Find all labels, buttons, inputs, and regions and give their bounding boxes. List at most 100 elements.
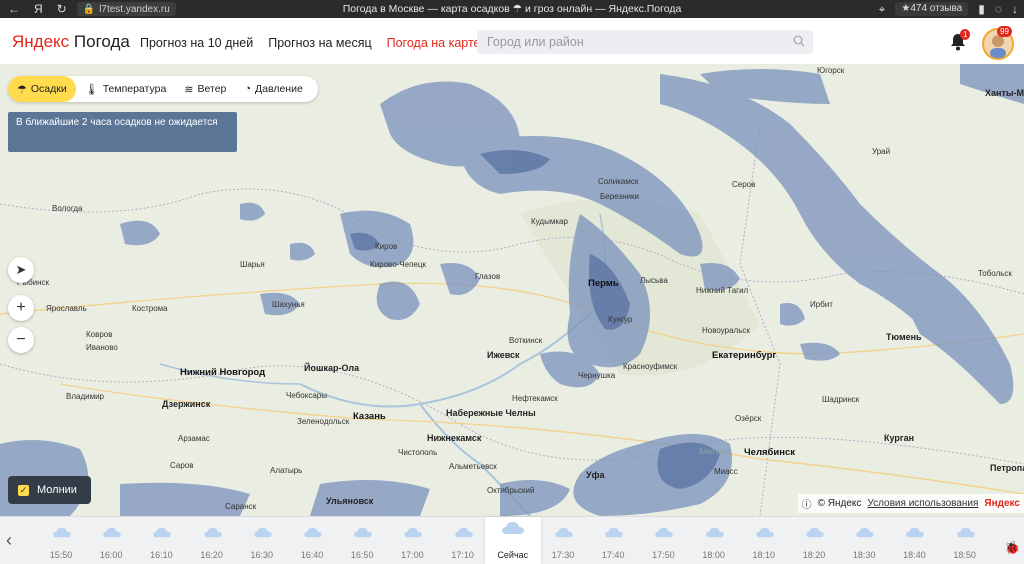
timeline-slot[interactable]: 16:40 bbox=[287, 517, 337, 564]
timeline-slot[interactable]: 18:00 bbox=[689, 517, 739, 564]
location-icon[interactable]: ⌖ bbox=[879, 0, 886, 18]
info-icon[interactable]: ⓘ bbox=[802, 496, 812, 511]
search-icon[interactable] bbox=[793, 35, 805, 50]
timeline-time: Сейчас bbox=[497, 550, 529, 560]
layer-precipitation[interactable]: ☂ Осадки bbox=[8, 76, 76, 102]
cloud-icon bbox=[353, 527, 373, 538]
nav-forecast-month[interactable]: Прогноз на месяц bbox=[268, 36, 371, 50]
city-label: Чернушка bbox=[578, 371, 616, 380]
city-label: Пермь bbox=[588, 278, 619, 289]
timeline-slot[interactable]: 18:30 bbox=[839, 517, 889, 564]
yandex-weather-logo[interactable]: Яндекс Погода bbox=[12, 32, 130, 52]
address-bar[interactable]: 🔒 l7test.yandex.ru bbox=[76, 2, 176, 16]
timeline-slot[interactable]: 16:10 bbox=[136, 517, 186, 564]
user-avatar[interactable]: 99 bbox=[982, 26, 1014, 60]
city-label: Кудымкар bbox=[531, 217, 568, 226]
bookmark-icon[interactable]: ▮ bbox=[978, 0, 985, 18]
timeline-time: 16:10 bbox=[150, 550, 173, 560]
cloud-icon bbox=[554, 527, 574, 538]
layer-wind[interactable]: ≋ Ветер bbox=[175, 76, 235, 102]
reload-icon[interactable]: ↻ bbox=[57, 0, 67, 18]
download-icon[interactable]: ↓ bbox=[1012, 0, 1018, 18]
feedback-bug-icon[interactable]: 🐞 bbox=[1004, 540, 1020, 556]
city-label: Нижний Новгород bbox=[180, 367, 266, 378]
search-input[interactable] bbox=[477, 30, 797, 54]
timeline-time: 17:40 bbox=[601, 550, 625, 560]
zoom-out-button[interactable]: − bbox=[8, 327, 34, 353]
timeline-slot[interactable]: 18:20 bbox=[789, 517, 839, 564]
zoom-in-button[interactable]: + bbox=[8, 295, 34, 321]
city-label: Ярославль bbox=[46, 304, 87, 313]
city-label: Дзержинск bbox=[162, 399, 211, 409]
timeline-slot[interactable]: 16:20 bbox=[187, 517, 237, 564]
lightning-toggle[interactable]: ✓ Молнии bbox=[8, 476, 91, 504]
timeline-slot[interactable]: 18:10 bbox=[739, 517, 789, 564]
timeline-time: 17:30 bbox=[551, 550, 575, 560]
precipitation-notice: В ближайшие 2 часа осадков не ожидается bbox=[8, 112, 237, 152]
cloud-icon bbox=[705, 527, 725, 538]
city-label: Нефтекамск bbox=[512, 394, 558, 403]
checkbox-checked-icon[interactable]: ✓ bbox=[18, 484, 29, 496]
cloud-icon bbox=[654, 527, 674, 538]
city-label: Озёрск bbox=[735, 414, 762, 423]
timeline-time: 18:00 bbox=[702, 550, 725, 560]
timeline-time: 18:40 bbox=[903, 550, 926, 560]
timeline-time: 16:20 bbox=[200, 550, 223, 560]
notifications-button[interactable]: 1 bbox=[950, 29, 971, 54]
yandex-browser-icon[interactable]: Я bbox=[34, 0, 43, 18]
timeline-slot[interactable]: 16:00 bbox=[86, 517, 136, 564]
city-label: Ульяновск bbox=[326, 496, 374, 506]
timeline-slot[interactable]: 18:40 bbox=[889, 517, 939, 564]
nav-weather-map[interactable]: Погода на карте bbox=[387, 36, 481, 50]
layer-label: Температура bbox=[102, 83, 167, 95]
minus-icon: − bbox=[16, 331, 26, 348]
city-label: Йошкар-Ола bbox=[304, 363, 360, 373]
layer-temperature[interactable]: 🌡 Температура bbox=[76, 76, 176, 102]
timeline-slot[interactable]: 17:30 bbox=[538, 517, 588, 564]
city-label: Кирово-Чепецк bbox=[370, 260, 426, 269]
city-label: Березники bbox=[600, 192, 639, 201]
back-arrow-icon[interactable]: ← bbox=[8, 0, 20, 18]
city-label: Соликамск bbox=[598, 177, 639, 186]
city-label: Чебоксары bbox=[286, 391, 327, 400]
timeline-time: 16:00 bbox=[99, 550, 123, 560]
precipitation-map[interactable]: Югорск Ханты-Ман Урай Серов Соликамск Бе… bbox=[0, 64, 1024, 516]
city-label: Набережные Челны bbox=[446, 408, 536, 418]
nav-forecast-10-days[interactable]: Прогноз на 10 дней bbox=[140, 36, 253, 50]
layer-pressure[interactable]: ◔ Давление bbox=[235, 76, 311, 102]
reviews-badge[interactable]: ★474 отзыва bbox=[895, 2, 969, 16]
timeline-slot[interactable]: 17:50 bbox=[638, 517, 688, 564]
city-label: Кострома bbox=[132, 304, 168, 313]
terms-link[interactable]: Условия использования bbox=[867, 498, 978, 509]
city-label: Шадринск bbox=[822, 395, 860, 404]
timeline-slot[interactable]: 16:30 bbox=[237, 517, 287, 564]
city-label: Югорск bbox=[817, 66, 845, 75]
city-label: Кунгур bbox=[608, 315, 633, 324]
city-label: Казань bbox=[353, 411, 386, 422]
cloud-icon bbox=[855, 527, 875, 538]
map-copyright: ⓘ © Яндекс Условия использования Яндекс bbox=[797, 494, 1024, 513]
city-label: Нижний Тагил bbox=[696, 286, 749, 295]
timeline-time: 17:50 bbox=[652, 550, 675, 560]
timeline-slot[interactable]: 17:10 bbox=[438, 517, 488, 564]
logo-product: Погода bbox=[73, 32, 130, 51]
city-label: Ковров bbox=[86, 330, 113, 339]
locate-button[interactable]: ➤ bbox=[8, 257, 34, 283]
city-label: Шахунья bbox=[272, 300, 305, 309]
timeline-slot[interactable]: 17:00 bbox=[387, 517, 437, 564]
timeline-time: 18:30 bbox=[852, 550, 876, 560]
timeline-slot[interactable]: 16:50 bbox=[337, 517, 387, 564]
city-label: Петропа bbox=[990, 463, 1024, 473]
city-label: Зеленодольск bbox=[297, 417, 350, 426]
cloud-icon bbox=[805, 527, 825, 538]
timeline-slot[interactable]: 17:40 bbox=[588, 517, 638, 564]
address-url: l7test.yandex.ru bbox=[99, 3, 170, 15]
timeline-slot[interactable]: 15:50 bbox=[36, 517, 86, 564]
timeline-time: 18:50 bbox=[953, 550, 976, 560]
timeline-slot[interactable]: 18:50 bbox=[940, 517, 990, 564]
extension-icon[interactable]: ◌ bbox=[995, 0, 1002, 18]
city-label: Саров bbox=[170, 461, 194, 470]
timeline-slot-now[interactable]: Сейчас bbox=[484, 517, 541, 564]
city-label: Тюмень bbox=[886, 332, 922, 342]
timeline-prev-button[interactable]: ‹ bbox=[0, 517, 18, 564]
